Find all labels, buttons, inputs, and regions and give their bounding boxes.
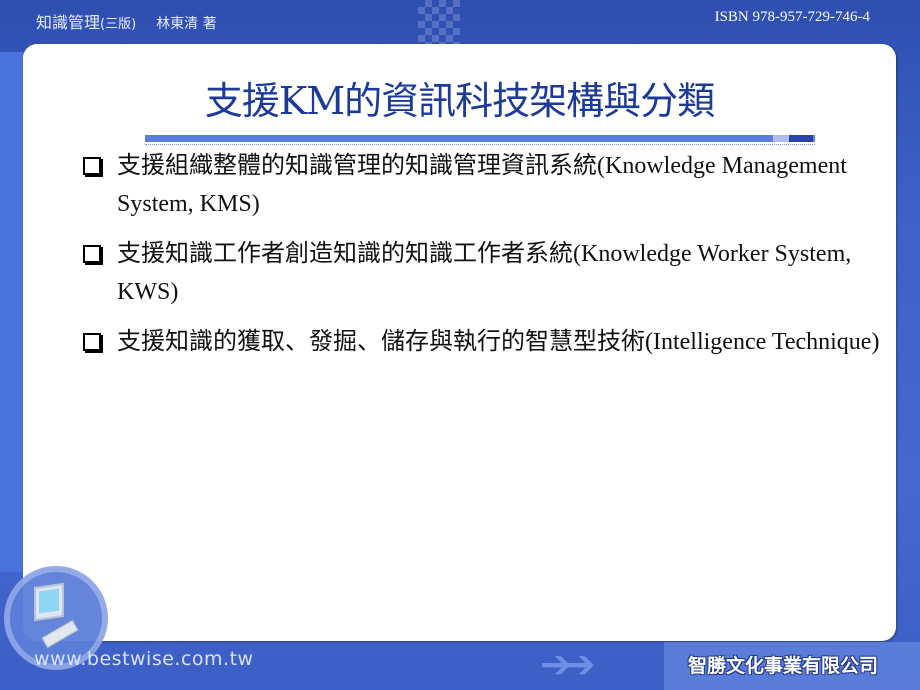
hollow-square-icon xyxy=(83,333,101,351)
title-underline-bar xyxy=(145,135,815,142)
bullet-text: 支援知識的獲取、發掘、儲存與執行的智慧型技術(Intelligence Tech… xyxy=(117,329,880,355)
slide-title: 支援KM的資訊科技架構與分類 xyxy=(204,79,715,123)
checker-pattern xyxy=(418,0,460,44)
publisher-name: 智勝文化事業有限公司 xyxy=(687,655,878,677)
bullet-text: 支援知識工作者創造知識的知識工作者系統(Knowledge Worker Sys… xyxy=(117,241,852,305)
list-item: 支援組織整體的知識管理的知識管理資訊系統(Knowledge Managemen… xyxy=(83,147,883,223)
hollow-square-icon xyxy=(83,245,101,263)
bullet-text: 支援組織整體的知識管理的知識管理資訊系統(Knowledge Managemen… xyxy=(117,153,847,217)
bullet-list: 支援組織整體的知識管理的知識管理資訊系統(Knowledge Managemen… xyxy=(83,147,883,373)
author: 林東清 著 xyxy=(156,16,217,32)
list-item: 支援知識的獲取、發掘、儲存與執行的智慧型技術(Intelligence Tech… xyxy=(83,323,883,361)
monitor-screen xyxy=(39,588,59,614)
list-item: 支援知識工作者創造知識的知識工作者系統(Knowledge Worker Sys… xyxy=(83,235,883,311)
book-title: 知識管理 xyxy=(36,13,101,32)
hollow-square-icon xyxy=(83,157,101,175)
content-panel: 支援KM的資訊科技架構與分類 支援組織整體的知識管理的知識管理資訊系統(Know… xyxy=(23,44,896,641)
website-url[interactable]: www.bestwise.com.tw xyxy=(34,648,254,670)
computer-monitor-icon xyxy=(34,582,64,622)
edition: (三版) xyxy=(100,17,137,32)
title-dotted-line xyxy=(145,144,815,146)
double-arrow-icon: ➔➔ xyxy=(540,642,596,686)
bar-accent-light xyxy=(773,135,789,142)
left-band xyxy=(0,52,24,572)
isbn: ISBN 978-957-729-746-4 xyxy=(714,9,870,25)
bar-accent-dark xyxy=(789,135,813,142)
header-book-info: 知識管理(三版) 林東清 著 xyxy=(36,9,217,33)
